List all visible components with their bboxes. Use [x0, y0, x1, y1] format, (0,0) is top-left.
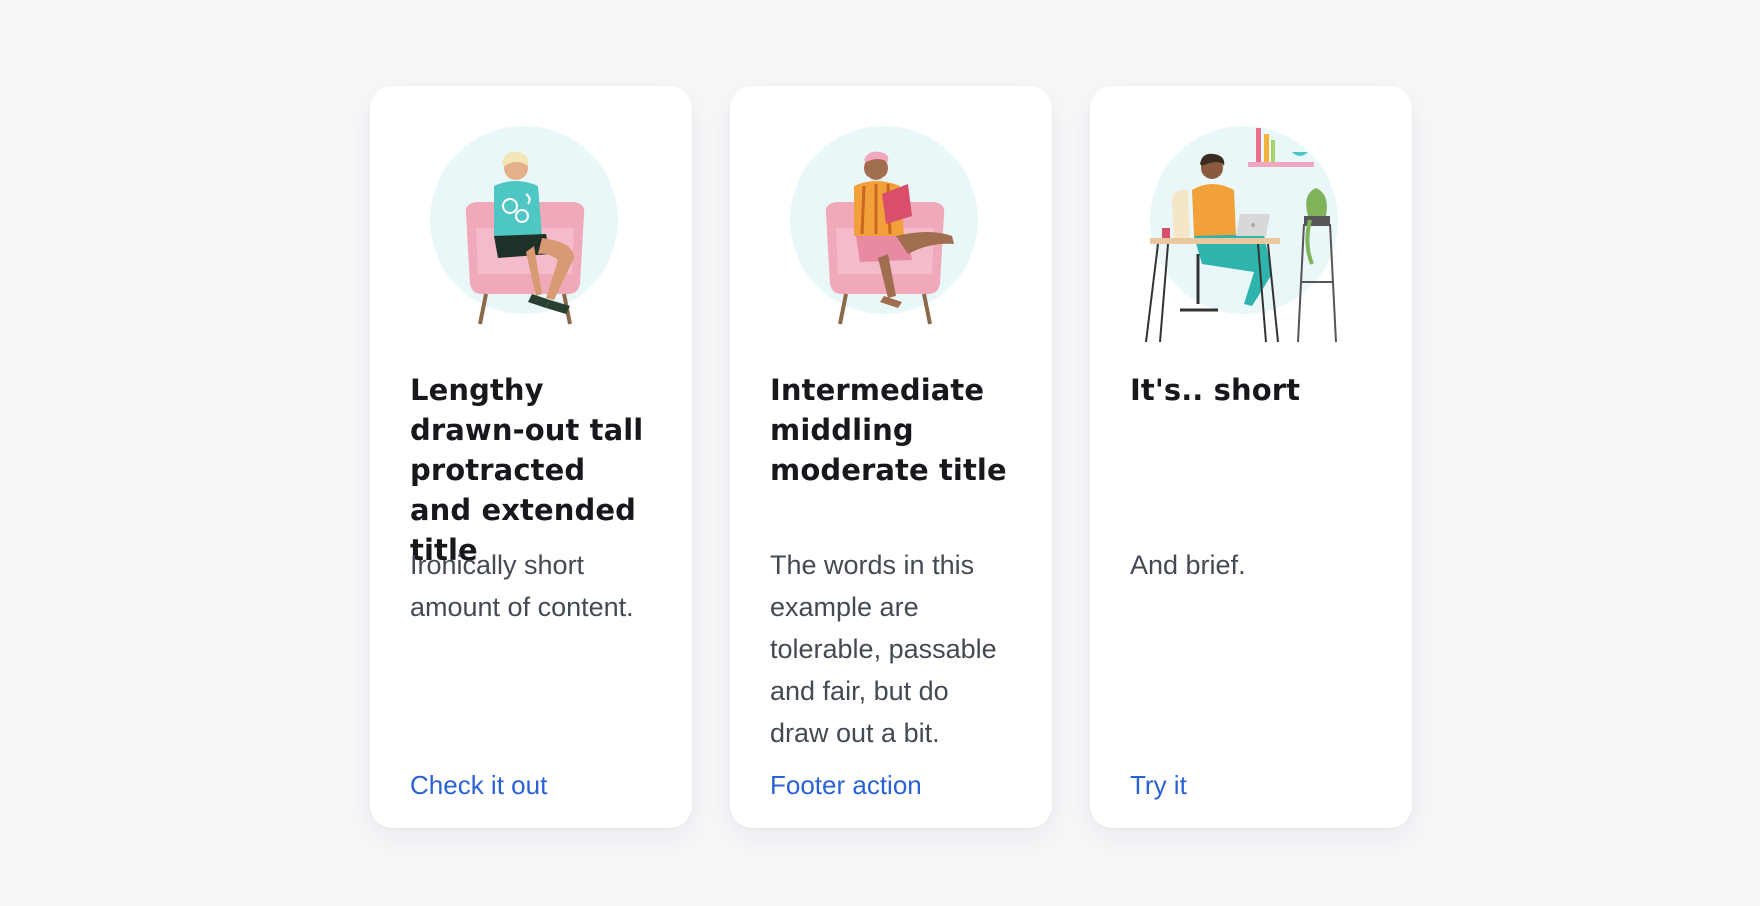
illustration-book-reader-image	[770, 86, 1012, 366]
page: Lengthy drawn-out tall protracted and ex…	[0, 0, 1760, 906]
card-title: Intermediate middling moderate title	[770, 373, 1007, 487]
card-list: Lengthy drawn-out tall protracted and ex…	[370, 86, 1412, 828]
card: Lengthy drawn-out tall protracted and ex…	[370, 86, 692, 828]
card-body-text: Ironically short amount of content.	[410, 550, 634, 622]
card-action-link[interactable]: Try it	[1130, 768, 1372, 801]
card-body-text: The words in this example are tolerable,…	[770, 550, 997, 748]
person-at-desk-illustration	[1145, 126, 1338, 343]
card-action-link[interactable]: Footer action	[770, 768, 1012, 801]
card-body-text: And brief.	[1130, 550, 1246, 580]
card: It's.. short And brief. Try it	[1090, 86, 1412, 828]
card-action-link[interactable]: Check it out	[410, 768, 652, 801]
card-title: Lengthy drawn-out tall protracted and ex…	[410, 373, 644, 567]
person-reading-book-illustration	[790, 126, 978, 325]
card-title: It's.. short	[1130, 373, 1301, 407]
person-in-armchair-illustration	[430, 126, 618, 325]
illustration-reading-person-image	[410, 86, 652, 366]
card: Intermediate middling moderate title The…	[730, 86, 1052, 828]
illustration-desk-worker-image	[1130, 86, 1372, 366]
